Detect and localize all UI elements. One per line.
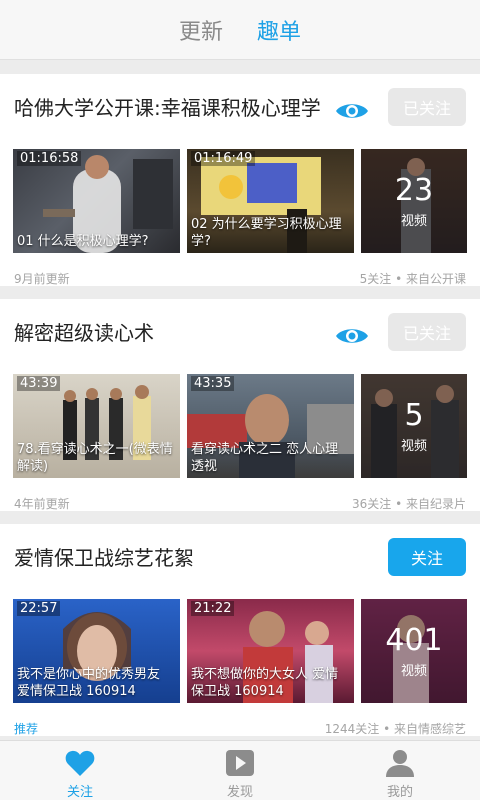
playlist-card[interactable]: 解密超级读心术 已关注 43:39 78.看穿读心术之一(微表情解读) 43:3… xyxy=(0,299,480,511)
bottom-nav-bar: 关注 发现 我的 xyxy=(0,740,480,800)
video-thumbnail[interactable]: 01:16:49 02 为什么要学习积极心理学? xyxy=(187,149,354,253)
nav-follow[interactable]: 关注 xyxy=(30,741,130,800)
video-count: 401 xyxy=(385,622,443,658)
follow-source-info: 1244关注 • 来自情感综艺 xyxy=(324,722,466,736)
nav-mine[interactable]: 我的 xyxy=(350,741,450,800)
video-title: 我不想做你的大女人 爱情保卫战 160914 xyxy=(191,667,339,699)
nav-label: 关注 xyxy=(66,785,93,800)
eye-icon xyxy=(336,104,368,118)
video-count-label: 视频 xyxy=(400,438,427,454)
video-thumbnail[interactable]: 22:57 我不是你心中的优秀男友 爱情保卫战 160914 xyxy=(13,599,180,703)
tab-playlists[interactable]: 趣单 xyxy=(257,14,301,46)
video-duration: 01:16:58 xyxy=(17,151,82,166)
video-duration: 22:57 xyxy=(17,601,61,616)
video-count-tile[interactable]: 401 视频 xyxy=(361,599,467,703)
updated-time: 9月前更新 xyxy=(14,272,70,286)
video-title: 01 什么是积极心理学? xyxy=(17,234,149,249)
nav-label: 发现 xyxy=(226,785,253,800)
recommend-label: 推荐 xyxy=(14,722,39,736)
playlist-title[interactable]: 哈佛大学公开课:幸福课积极心理学 xyxy=(14,92,324,121)
video-count-overlay: 5 视频 xyxy=(361,374,467,478)
playlist-title[interactable]: 解密超级读心术 xyxy=(14,317,324,346)
video-duration: 21:22 xyxy=(191,601,235,616)
person-icon xyxy=(386,750,414,777)
video-thumbnail[interactable]: 21:22 我不想做你的大女人 爱情保卫战 160914 xyxy=(187,599,354,703)
top-tab-bar: 更新 趣单 xyxy=(0,0,480,60)
follow-source-info: 5关注 • 来自公开课 xyxy=(359,272,466,286)
video-duration: 43:39 xyxy=(17,376,61,391)
playlist-title[interactable]: 爱情保卫战综艺花絮 xyxy=(14,542,324,571)
updated-time: 4年前更新 xyxy=(14,497,70,511)
video-count: 5 xyxy=(404,397,424,433)
video-count-overlay: 401 视频 xyxy=(361,599,467,703)
tab-updates[interactable]: 更新 xyxy=(179,14,223,46)
heart-icon xyxy=(65,750,95,776)
eye-icon xyxy=(336,329,368,343)
video-count: 23 xyxy=(394,172,434,208)
nav-discover[interactable]: 发现 xyxy=(190,741,290,800)
video-duration: 43:35 xyxy=(191,376,235,391)
followed-button[interactable]: 已关注 xyxy=(388,313,466,351)
video-thumbnail[interactable]: 01:16:58 01 什么是积极心理学? xyxy=(13,149,180,253)
video-title: 78.看穿读心术之一(微表情解读) xyxy=(17,442,173,474)
video-duration: 01:16:49 xyxy=(191,151,256,166)
playlist-card[interactable]: 爱情保卫战综艺花絮 关注 22:57 我不是你心中的优秀男友 爱情保卫战 160… xyxy=(0,524,480,736)
followed-button[interactable]: 已关注 xyxy=(388,88,466,126)
video-thumbnail[interactable]: 43:35 看穿读心术之二 恋人心理透视 xyxy=(187,374,354,478)
video-count-tile[interactable]: 23 视频 xyxy=(361,149,467,253)
follow-source-info: 36关注 • 来自纪录片 xyxy=(352,497,466,511)
video-count-tile[interactable]: 5 视频 xyxy=(361,374,467,478)
nav-label: 我的 xyxy=(386,785,413,800)
video-count-label: 视频 xyxy=(400,213,427,229)
video-count-overlay: 23 视频 xyxy=(361,149,467,253)
video-thumbnail[interactable]: 43:39 78.看穿读心术之一(微表情解读) xyxy=(13,374,180,478)
follow-button[interactable]: 关注 xyxy=(388,538,466,576)
video-count-label: 视频 xyxy=(400,663,427,679)
play-icon xyxy=(226,750,254,776)
playlist-card[interactable]: 哈佛大学公开课:幸福课积极心理学 已关注 01:16:58 01 什么是积极心理… xyxy=(0,74,480,286)
video-title: 看穿读心术之二 恋人心理透视 xyxy=(191,442,339,474)
video-title: 我不是你心中的优秀男友 爱情保卫战 160914 xyxy=(17,667,161,699)
video-title: 02 为什么要学习积极心理学? xyxy=(191,217,342,249)
